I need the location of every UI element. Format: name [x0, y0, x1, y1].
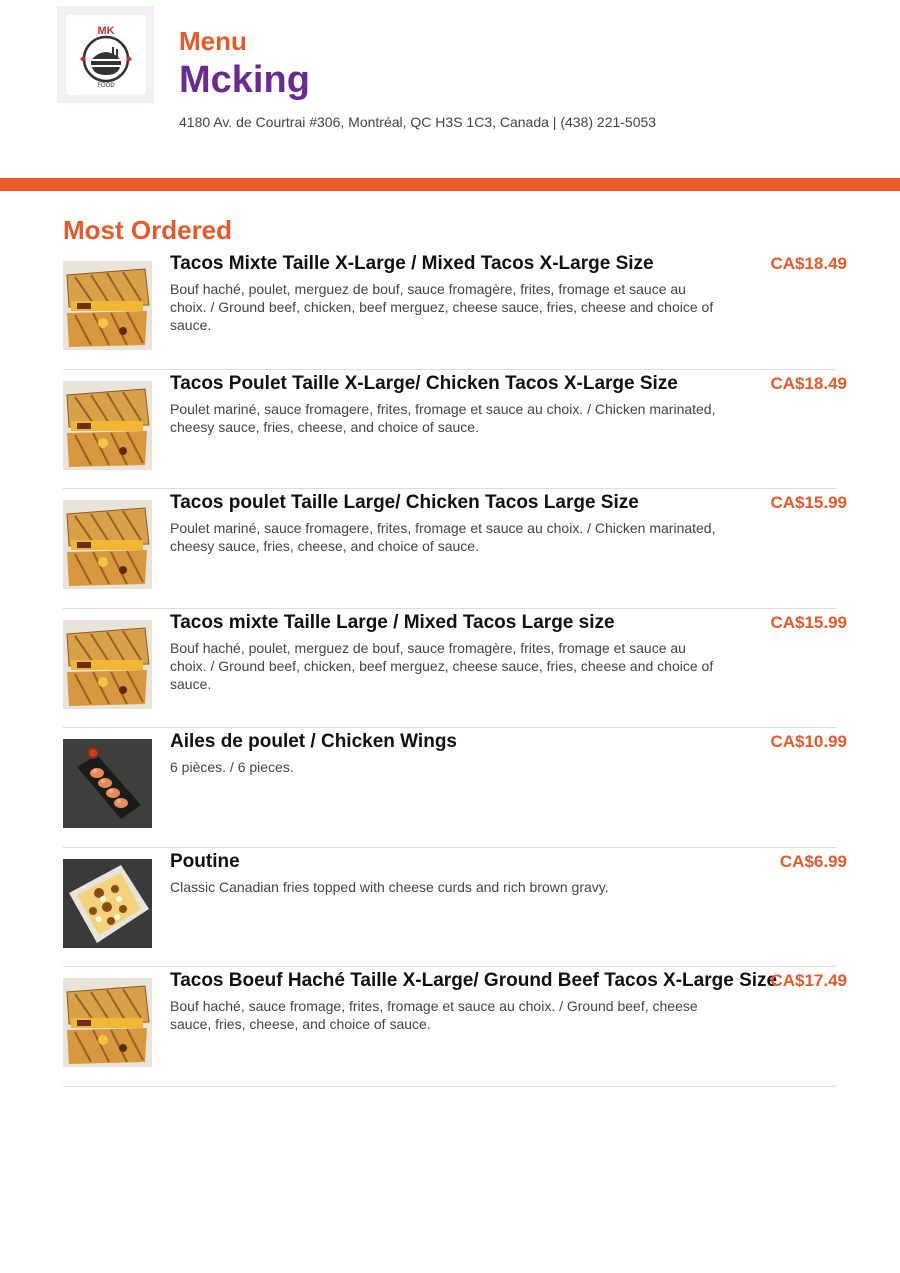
- menu-item[interactable]: Poutine Classic Canadian fries topped wi…: [63, 848, 900, 967]
- item-price: CA$10.99: [770, 732, 847, 751]
- item-price: CA$17.49: [770, 971, 847, 990]
- tacos-photo: [63, 619, 152, 709]
- item-description: Bouf haché, sauce fromage, frites, froma…: [170, 998, 698, 1032]
- item-price: CA$15.99: [770, 493, 847, 512]
- menu-item[interactable]: Tacos Boeuf Haché Taille X-Large/ Ground…: [63, 967, 900, 1087]
- menu-item[interactable]: Ailes de poulet / Chicken Wings 6 pièces…: [63, 728, 900, 848]
- item-name: Tacos Mixte Taille X-Large / Mixed Tacos…: [170, 253, 654, 274]
- item-price: CA$18.49: [770, 254, 847, 273]
- burger-logo-icon: MK FOOD: [79, 25, 132, 89]
- menu-item[interactable]: Tacos Mixte Taille X-Large / Mixed Tacos…: [63, 250, 900, 370]
- item-name: Poutine: [170, 850, 240, 872]
- item-description: Poulet mariné, sauce fromagere, frites, …: [170, 520, 716, 554]
- tacos-photo: [63, 261, 152, 350]
- item-price: CA$6.99: [779, 851, 847, 871]
- svg-text:FOOD: FOOD: [97, 83, 115, 89]
- item-divider: [63, 1085, 836, 1087]
- poutine-photo: [63, 858, 152, 948]
- item-description: Classic Canadian fries topped with chees…: [170, 878, 609, 895]
- menu-item[interactable]: Tacos Poulet Taille X-Large/ Chicken Tac…: [63, 370, 900, 489]
- logo-badge: MK FOOD: [65, 14, 146, 95]
- restaurant-name: Mcking: [179, 59, 310, 101]
- item-name: Tacos Poulet Taille X-Large/ Chicken Tac…: [170, 372, 678, 394]
- item-description: Bouf haché, poulet, merguez de bouf, sau…: [170, 281, 714, 333]
- tacos-photo: [63, 978, 152, 1067]
- section-title: Most Ordered: [63, 215, 233, 245]
- item-price: CA$15.99: [770, 612, 847, 632]
- item-name: Ailes de poulet / Chicken Wings: [170, 731, 457, 752]
- logo: MK FOOD: [57, 6, 154, 103]
- svg-text:MK: MK: [97, 25, 114, 37]
- tacos-photo: [63, 380, 152, 470]
- item-description: Poulet mariné, sauce fromagere, frites, …: [170, 400, 716, 435]
- item-name: Tacos poulet Taille Large/ Chicken Tacos…: [170, 492, 639, 513]
- menu-item-list: Tacos Mixte Taille X-Large / Mixed Tacos…: [63, 250, 900, 1087]
- menu-label: Menu: [179, 26, 247, 56]
- wings-photo: [63, 739, 152, 828]
- item-description: 6 pièces. / 6 pieces.: [170, 759, 294, 775]
- menu-item[interactable]: Tacos poulet Taille Large/ Chicken Tacos…: [63, 489, 900, 609]
- item-description: Bouf haché, poulet, merguez de bouf, sau…: [170, 639, 714, 692]
- restaurant-address: 4180 Av. de Courtrai #306, Montréal, QC …: [179, 114, 657, 130]
- item-name: Tacos Boeuf Haché Taille X-Large/ Ground…: [170, 970, 778, 991]
- item-name: Tacos mixte Taille Large / Mixed Tacos L…: [170, 611, 615, 633]
- header-divider-bar: [0, 178, 900, 191]
- menu-item[interactable]: Tacos mixte Taille Large / Mixed Tacos L…: [63, 609, 900, 728]
- item-price: CA$18.49: [770, 373, 847, 393]
- tacos-photo: [63, 500, 152, 589]
